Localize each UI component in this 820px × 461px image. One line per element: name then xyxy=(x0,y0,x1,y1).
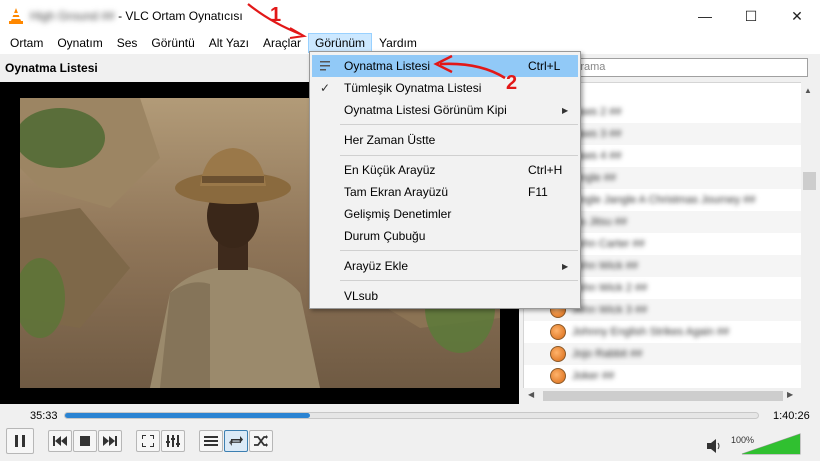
vlc-window: High Ground ## - VLC Ortam Oynatıcısı — … xyxy=(0,0,820,461)
annotation-step-1: 1 xyxy=(270,4,282,26)
annotation-overlay xyxy=(247,3,506,80)
annotation-step-2: 2 xyxy=(506,72,518,94)
annotation-arrowhead-1 xyxy=(289,27,308,39)
